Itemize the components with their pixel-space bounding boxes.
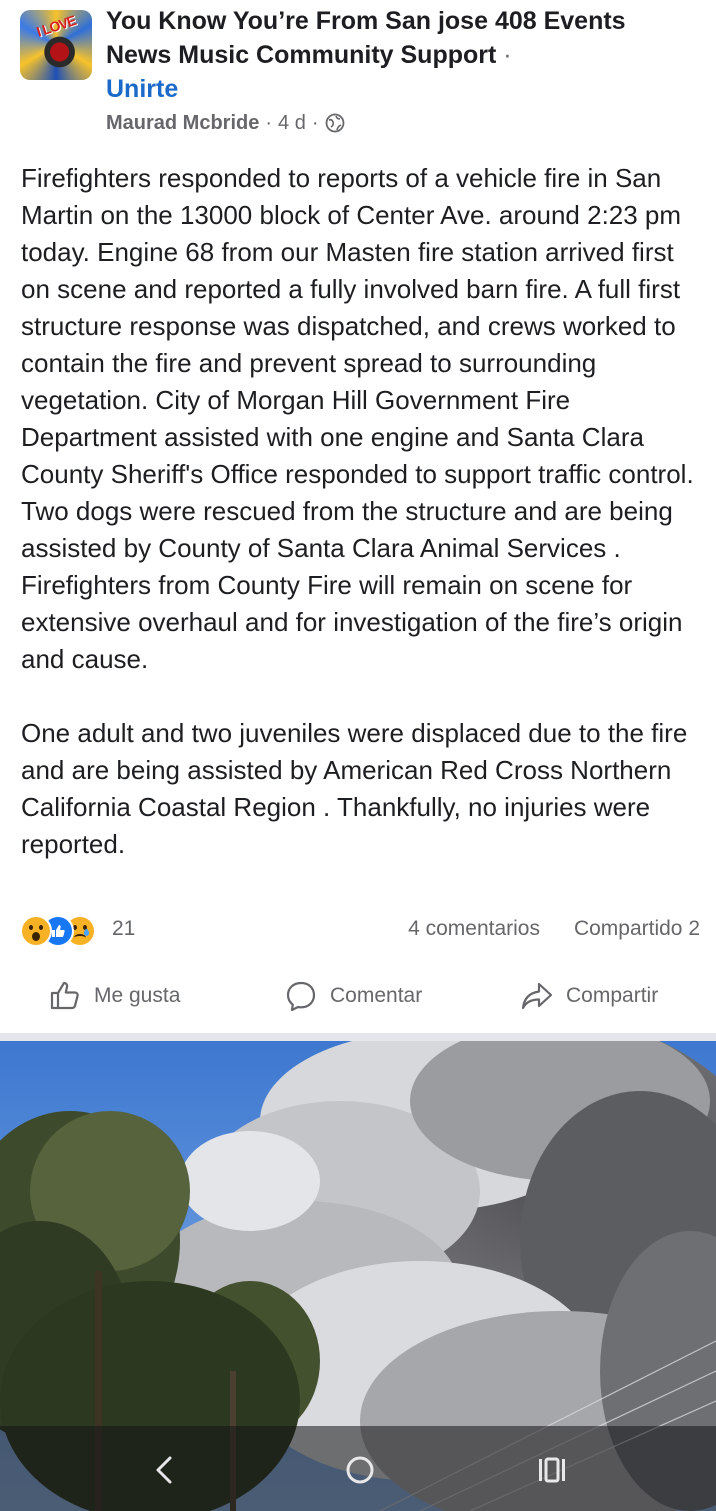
engagement-summary: 21 4 comentarios Compartido 2 [20,912,700,950]
reaction-icons[interactable] [20,915,110,947]
avatar-logo-text: I LOVE [34,12,78,40]
share-arrow-icon [521,982,553,1010]
post-meta: Maurad Mcbride · 4 d · [106,109,345,137]
group-name-link[interactable]: You Know You’re From San jose 408 Events… [106,7,626,69]
thumbs-up-icon [50,981,79,1010]
wow-reaction-icon [20,915,52,947]
post-author[interactable]: Maurad Mcbride [106,112,259,135]
like-button-label: Me gusta [94,984,181,1007]
meta-separator: · [311,111,319,134]
post-actions: Me gusta Comentar Compartir [0,970,716,1022]
post-paragraph: One adult and two juveniles were displac… [21,718,688,859]
like-button[interactable]: Me gusta [48,978,180,1014]
group-name: You Know You’re From San jose 408 Events… [106,4,686,106]
post-time[interactable]: 4 d [278,112,306,135]
reaction-count[interactable]: 21 [112,917,135,941]
group-name-separator: · [503,41,512,69]
share-button-label: Compartir [566,984,659,1007]
post-body: Firefighters responded to reports of a v… [21,160,701,863]
shares-count[interactable]: Compartido 2 [574,917,700,941]
comment-button[interactable]: Comentar [284,978,422,1014]
back-icon[interactable] [143,1448,187,1492]
meta-separator: · [265,111,273,134]
post-header: I LOVE You Know You’re From San jose 408… [0,0,716,150]
share-button[interactable]: Compartir [520,978,658,1014]
home-icon[interactable] [338,1448,382,1492]
join-group-link[interactable]: Unirte [106,75,178,103]
system-nav-bar [0,1426,716,1511]
comment-button-label: Comentar [330,984,423,1007]
post-paragraph: Firefighters responded to reports of a v… [21,163,694,674]
comments-count[interactable]: 4 comentarios [408,917,540,941]
globe-icon [325,113,345,133]
section-divider [0,1033,716,1041]
group-avatar[interactable]: I LOVE [20,10,92,80]
recents-icon[interactable] [530,1448,574,1492]
comment-bubble-icon [286,981,316,1012]
